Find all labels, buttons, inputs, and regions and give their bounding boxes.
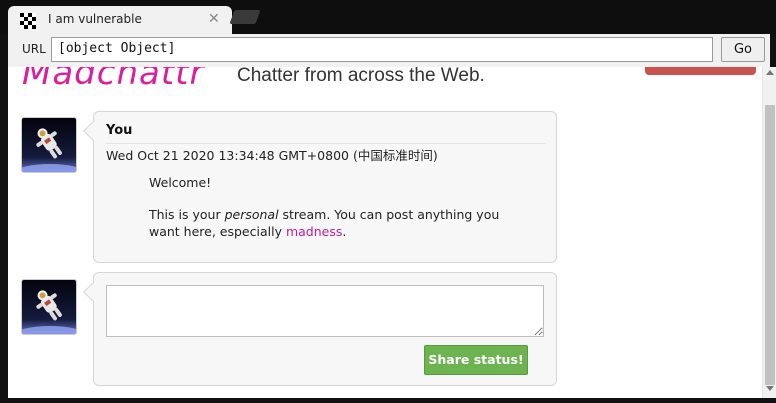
status-post: You Wed Oct 21 2020 13:34:48 GMT+0800 (中…	[83, 111, 557, 263]
post-timestamp: Wed Oct 21 2020 13:34:48 GMT+0800 (中国标准时…	[106, 148, 438, 163]
avatar	[21, 279, 77, 335]
stream-text: This is your personal stream. You can po…	[149, 207, 500, 239]
site-logo[interactable]: Madchattr	[22, 67, 204, 93]
astronaut-avatar-icon	[22, 280, 76, 334]
tab-strip: I am vulnerable ✕	[0, 0, 776, 34]
post-body: Welcome! This is your personal stream. Y…	[149, 174, 509, 255]
status-composer: Share status!	[83, 272, 557, 386]
divider	[106, 143, 546, 144]
checker-favicon-icon	[20, 13, 36, 29]
page-viewport: Madchattr Chatter from across the Web. Y…	[8, 67, 776, 398]
avatar	[21, 117, 77, 173]
close-tab-icon[interactable]: ✕	[208, 11, 220, 27]
url-input[interactable]: [object Object]	[51, 37, 713, 62]
share-status-button[interactable]: Share status!	[424, 345, 528, 375]
header-action-button[interactable]	[645, 67, 756, 75]
scroll-thumb[interactable]	[765, 105, 775, 385]
scroll-up-arrow-icon[interactable]	[766, 70, 774, 75]
scroll-down-arrow-icon[interactable]	[766, 386, 774, 391]
personal-emphasis: personal	[224, 207, 279, 222]
status-textarea[interactable]	[106, 285, 544, 337]
address-bar: URL [object Object] Go	[8, 34, 770, 67]
browser-window: I am vulnerable ✕ URL [object Object] Go…	[0, 0, 776, 403]
url-label: URL	[22, 42, 46, 56]
go-button[interactable]: Go	[721, 37, 765, 62]
vertical-scrollbar[interactable]	[762, 67, 776, 398]
welcome-text: Welcome!	[149, 175, 212, 190]
post-author: You	[106, 123, 133, 138]
madness-link[interactable]: madness	[286, 224, 342, 239]
astronaut-avatar-icon	[22, 118, 76, 172]
site-tagline: Chatter from across the Web.	[237, 67, 485, 86]
browser-tab[interactable]: I am vulnerable ✕	[8, 6, 232, 34]
tab-title: I am vulnerable	[48, 12, 142, 26]
new-tab-button[interactable]	[229, 10, 261, 24]
